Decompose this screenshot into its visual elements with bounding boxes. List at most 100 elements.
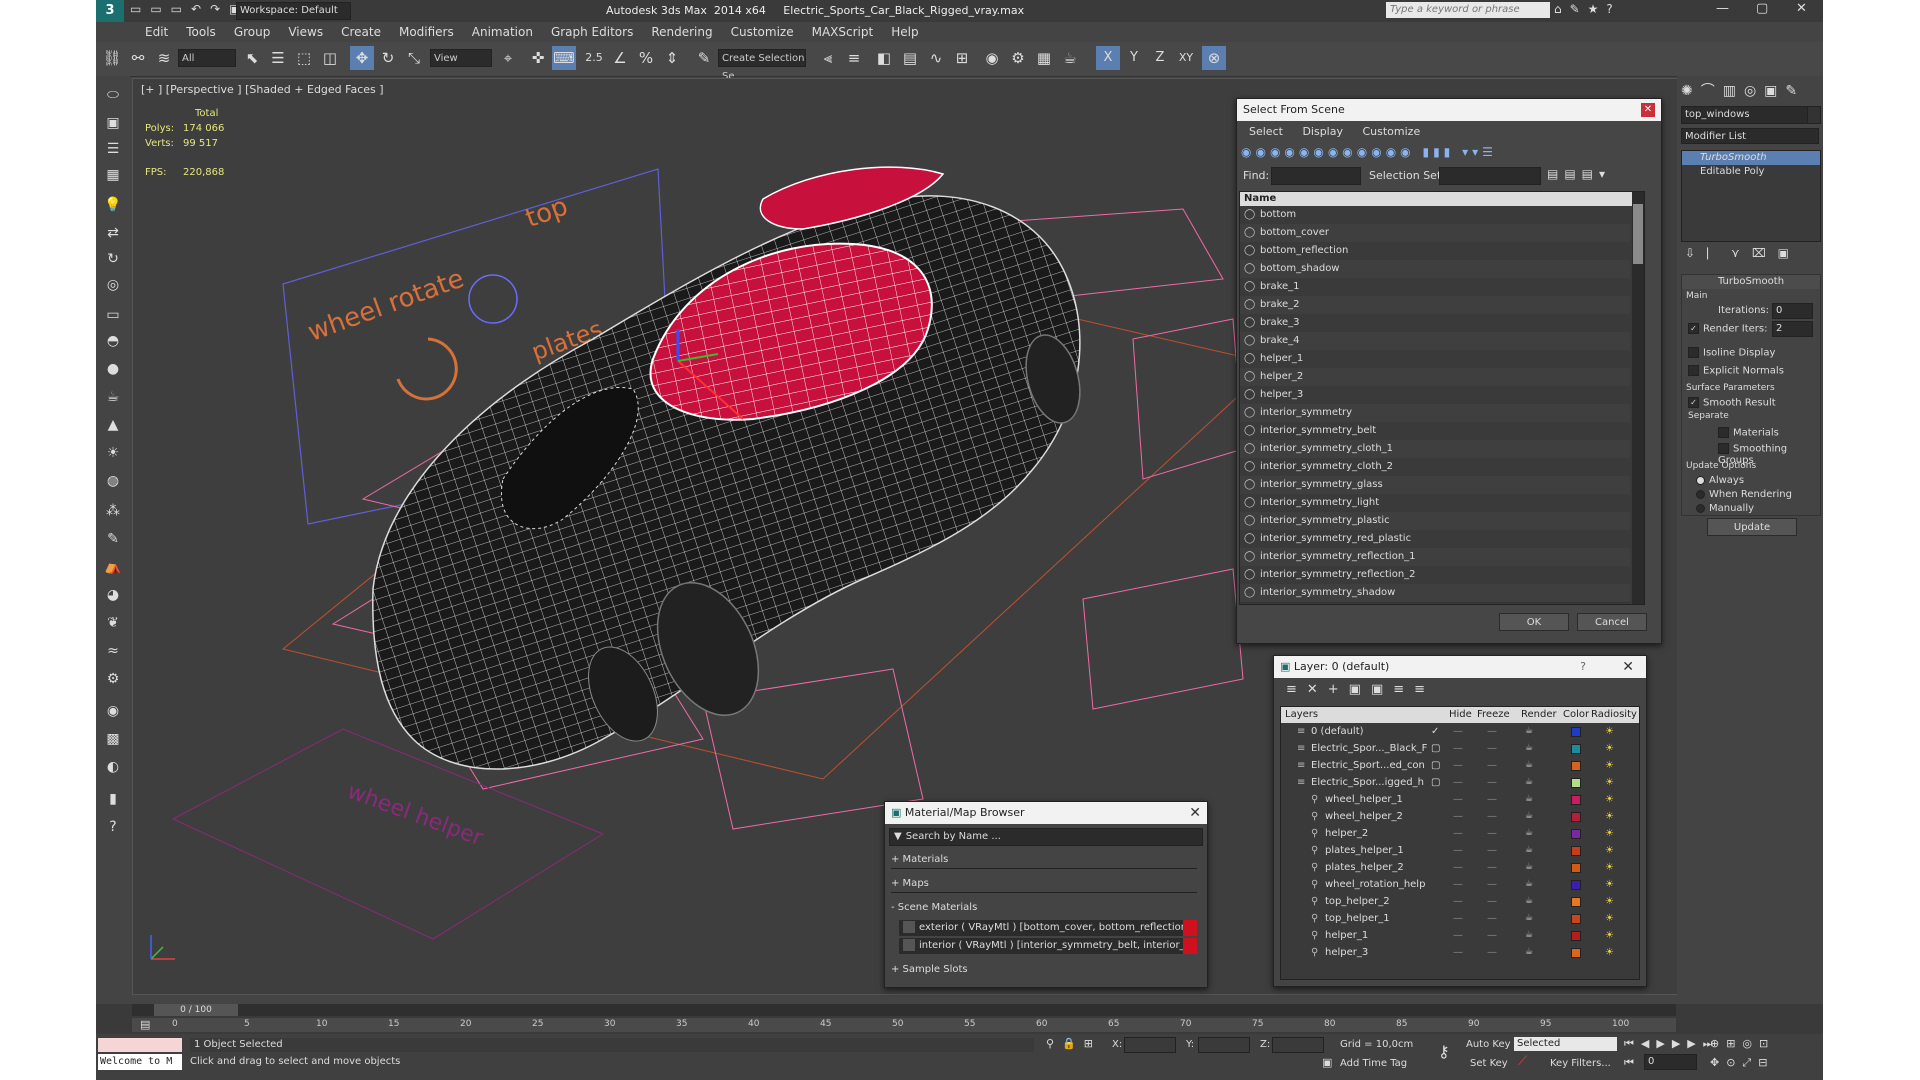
select-scene-find-input[interactable] <box>1271 167 1361 185</box>
render-iters-row[interactable]: ✓ Render Iters: <box>1688 323 1768 335</box>
update-button[interactable]: Update <box>1707 518 1797 536</box>
menu-graph-editors[interactable]: Graph Editors <box>542 22 642 42</box>
scene-list-item[interactable]: ◯ helper_2 <box>1240 368 1630 387</box>
layer-row[interactable]: top_helper_1 ⚲ — — ☕ ☀ <box>1281 910 1639 927</box>
layer-color-swatch[interactable] <box>1571 744 1581 754</box>
menu-views[interactable]: Views <box>279 22 332 42</box>
teapot-icon[interactable]: ☕ <box>1525 740 1533 757</box>
menu-group[interactable]: Group <box>225 22 280 42</box>
materials-row[interactable]: Materials <box>1718 427 1779 439</box>
disc-icon[interactable]: ◍ <box>101 470 125 492</box>
curve-editor-icon[interactable]: ∿ <box>924 46 948 70</box>
scene-list-item[interactable]: ◯ bottom_shadow <box>1240 260 1630 279</box>
viewport-nav-icons-2[interactable]: ✥⊙⤢⊟ <box>1710 1056 1774 1070</box>
layer-hide-toggle[interactable]: — <box>1453 825 1463 842</box>
scene-list-item[interactable]: ◯ brake_3 <box>1240 314 1630 333</box>
coord-z-field[interactable] <box>1272 1037 1324 1053</box>
maxscript-listener-top[interactable] <box>98 1038 182 1052</box>
chevron-down-icon[interactable]: ▼ <box>890 831 906 842</box>
scene-list-item[interactable]: ◯ interior_symmetry_belt <box>1240 422 1630 441</box>
modifier-list-dropdown[interactable]: Modifier List <box>1681 128 1819 144</box>
layer-row[interactable]: helper_1 ⚲ — — ☕ ☀ <box>1281 927 1639 944</box>
teapot-icon[interactable]: ☕ <box>1525 825 1533 842</box>
select-scene-menu-display[interactable]: Display <box>1302 125 1343 138</box>
layer-row[interactable]: helper_2 ⚲ — — ☕ ☀ <box>1281 825 1639 842</box>
smooth-result-checkbox[interactable]: ✓ <box>1688 397 1699 408</box>
sphere-icon[interactable]: ● <box>101 358 125 380</box>
edit-named-sel-icon[interactable]: ✎ <box>692 46 716 70</box>
layer-row[interactable]: wheel_helper_2 ⚲ — — ☕ ☀ <box>1281 808 1639 825</box>
move-icon[interactable]: ✥ <box>350 46 374 70</box>
layer-col-hide[interactable]: Hide <box>1449 707 1472 723</box>
gear-icon[interactable]: ⚙ <box>101 668 125 690</box>
box-icon[interactable]: ▭ <box>101 304 125 326</box>
layer-col-color[interactable]: Color <box>1563 707 1589 723</box>
active-layer-checkmark[interactable]: ✓ <box>1431 723 1439 740</box>
layer-color-swatch[interactable] <box>1571 829 1581 839</box>
manually-row[interactable]: Manually <box>1696 503 1754 514</box>
layer-freeze-toggle[interactable]: — <box>1487 723 1497 740</box>
rect-selection-icon[interactable]: ⬚ <box>292 46 316 70</box>
layer-toolbar-icons[interactable]: ≡✕+▣▣≡≡ <box>1286 682 1435 697</box>
rendered-frame-icon[interactable]: ▦ <box>1032 46 1056 70</box>
set-key-icon[interactable]: ⟋ <box>1518 1054 1527 1069</box>
layer-freeze-toggle[interactable]: — <box>1487 859 1497 876</box>
select-scene-ok-button[interactable]: OK <box>1499 613 1569 631</box>
layer-color-swatch[interactable] <box>1571 727 1581 737</box>
always-radio[interactable] <box>1696 475 1705 485</box>
viewport-nav-icon[interactable]: ⬭ <box>101 84 125 106</box>
menu-rendering[interactable]: Rendering <box>642 22 721 42</box>
select-scene-cancel-button[interactable]: Cancel <box>1577 613 1647 631</box>
radiosity-icon[interactable]: ☀ <box>1605 876 1614 893</box>
menu-animation[interactable]: Animation <box>463 22 542 42</box>
radiosity-icon[interactable]: ☀ <box>1605 893 1614 910</box>
material-row-interior[interactable]: interior ( VRayMtl ) [interior_symmetry_… <box>899 938 1197 954</box>
menu-modifiers[interactable]: Modifiers <box>390 22 463 42</box>
radiosity-icon[interactable]: ☀ <box>1605 842 1614 859</box>
unlink-icon[interactable]: ⚯ <box>126 46 150 70</box>
link-icon[interactable]: ⛓ <box>100 46 124 70</box>
select-scene-menu-select[interactable]: Select <box>1249 125 1283 138</box>
layer-freeze-toggle[interactable]: — <box>1487 825 1497 842</box>
layer-freeze-toggle[interactable]: — <box>1487 808 1497 825</box>
window-crossing-icon[interactable]: ◫ <box>318 46 342 70</box>
layer-color-swatch[interactable] <box>1571 948 1581 958</box>
layer-help-icon[interactable]: ? <box>1580 656 1586 678</box>
material-search-input[interactable]: ▼ Search by Name ... <box>889 828 1203 846</box>
menu-edit[interactable]: Edit <box>136 22 177 42</box>
schematic-view-icon[interactable]: ⊞ <box>950 46 974 70</box>
layer-checkbox[interactable]: ▢ <box>1431 774 1440 791</box>
add-time-tag-icon[interactable]: ▣ <box>1322 1056 1332 1069</box>
time-slider[interactable]: 0 / 100 <box>132 1004 1676 1016</box>
light-bulb-icon[interactable]: 💡 <box>101 194 125 216</box>
named-selection-dropdown[interactable]: Create Selection Se <box>718 49 806 82</box>
when-rendering-row[interactable]: When Rendering <box>1696 489 1792 500</box>
key-icon[interactable]: ⚷ <box>1438 1042 1450 1061</box>
layer-color-swatch[interactable] <box>1571 897 1581 907</box>
radiosity-icon[interactable]: ☀ <box>1605 910 1614 927</box>
hemisphere-icon[interactable]: ◓ <box>101 330 125 352</box>
maximize-button[interactable]: ▢ <box>1756 1 1768 16</box>
menu-maxscript[interactable]: MAXScript <box>803 22 883 42</box>
layer-color-swatch[interactable] <box>1571 931 1581 941</box>
layer-col-render[interactable]: Render <box>1521 707 1557 723</box>
scene-list-item[interactable]: ◯ bottom <box>1240 206 1630 225</box>
scene-list-item[interactable]: ◯ helper_1 <box>1240 350 1630 369</box>
coord-x-field[interactable] <box>1124 1037 1176 1053</box>
render-setup-icon[interactable]: ⚙ <box>1006 46 1030 70</box>
render-iters-spinner[interactable]: 2 <box>1772 321 1813 337</box>
maxscript-listener[interactable]: Welcome to M <box>98 1054 182 1070</box>
selected-dropdown[interactable]: Selected <box>1514 1037 1617 1051</box>
explicit-row[interactable]: Explicit Normals <box>1688 365 1784 377</box>
pivot-icon[interactable]: ⌖ <box>496 46 520 70</box>
render-iters-checkbox[interactable]: ✓ <box>1688 323 1699 334</box>
keyboard-shortcut-icon[interactable]: ⌨ <box>552 46 576 70</box>
list-icon[interactable]: ☰ <box>101 138 125 160</box>
globe-icon[interactable]: ◕ <box>101 584 125 606</box>
teapot-icon[interactable]: ☕ <box>1525 876 1533 893</box>
axis-xy-button[interactable]: XY <box>1174 46 1198 70</box>
layer-color-swatch[interactable] <box>1571 863 1581 873</box>
material-section-materials[interactable]: + Materials <box>891 854 1197 869</box>
radiosity-icon[interactable]: ☀ <box>1605 927 1614 944</box>
ribbon-icon[interactable]: ▤ <box>898 46 922 70</box>
